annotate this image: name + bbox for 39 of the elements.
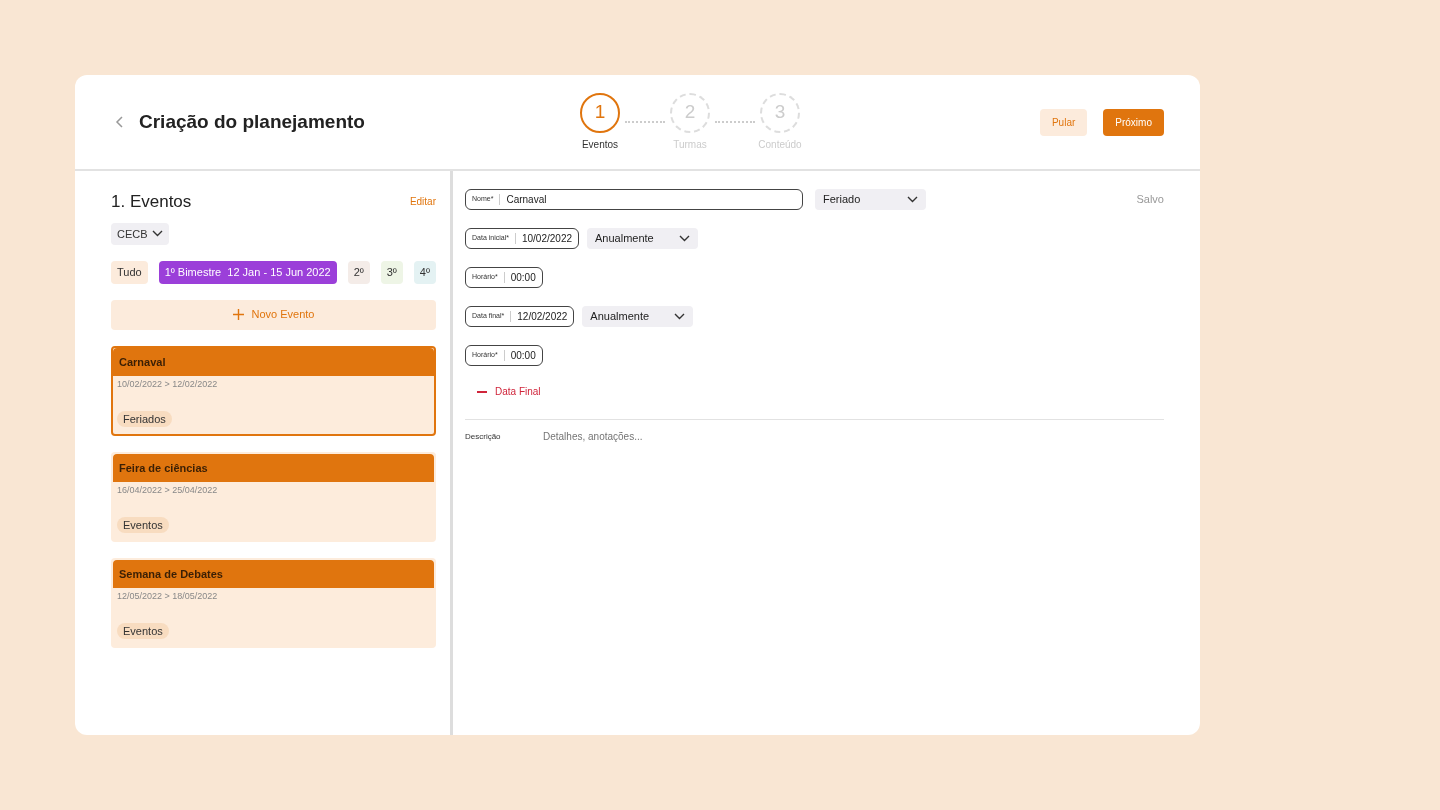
event-tag: Eventos (117, 516, 169, 533)
select-dropdown[interactable]: Feriado (815, 189, 926, 210)
event-card[interactable]: Feira de ciências 16/04/2022 > 25/04/2022 Eventos (111, 451, 436, 542)
period-chip[interactable]: 2º (347, 261, 370, 284)
event-card[interactable]: Semana de Debates 12/05/2022 > 18/05/2022 Eventos (111, 557, 436, 648)
event-title: Carnaval (113, 347, 434, 376)
chevron-down-icon (679, 235, 691, 242)
chevron-down-icon (674, 313, 686, 320)
field-value: 00:00 (510, 349, 536, 363)
event-dates: 16/04/2022 > 25/04/2022 (117, 484, 219, 497)
school-dropdown[interactable]: CECB (111, 222, 169, 245)
period-chip[interactable]: 3º (380, 261, 403, 284)
minus-icon (477, 390, 487, 393)
event-dates: 12/05/2022 > 18/05/2022 (117, 590, 219, 603)
event-tag: Eventos (117, 622, 169, 639)
event-card[interactable]: Carnaval 10/02/2022 > 12/02/2022 Feriados (111, 345, 436, 436)
page-title: Criação do planejamento (139, 110, 365, 134)
remove-end-date-button[interactable]: Data Final (465, 384, 541, 399)
event-dates: 10/02/2022 > 12/02/2022 (117, 378, 219, 391)
step-label: Eventos (581, 137, 619, 152)
field-label: Descrição (465, 430, 502, 443)
field-value: 00:00 (510, 271, 536, 285)
select-dropdown[interactable]: Anualmente (587, 228, 699, 249)
event-title: Feira de ciências (113, 453, 434, 482)
event-title: Semana de Debates (113, 559, 434, 588)
select-dropdown[interactable]: Anualmente (582, 306, 694, 327)
field-value: 10/02/2022 (521, 232, 573, 246)
period-chip[interactable]: Tudo (111, 261, 148, 284)
chevron-down-icon (907, 196, 918, 203)
period-chip[interactable]: 4º (413, 261, 436, 284)
plus-icon (232, 309, 244, 320)
section-title: 1. Eventos (111, 191, 192, 213)
field-value: Carnaval (506, 193, 547, 207)
period-chip[interactable]: 1º Bimestre 12 Jan - 15 Jun 2022 (158, 261, 337, 284)
field-value: 12/02/2022 (517, 310, 568, 324)
chevron-down-icon (151, 230, 163, 238)
save-status: Salvo (1136, 192, 1164, 208)
event-tag: Feriados (117, 410, 172, 427)
back-icon[interactable] (115, 116, 123, 128)
